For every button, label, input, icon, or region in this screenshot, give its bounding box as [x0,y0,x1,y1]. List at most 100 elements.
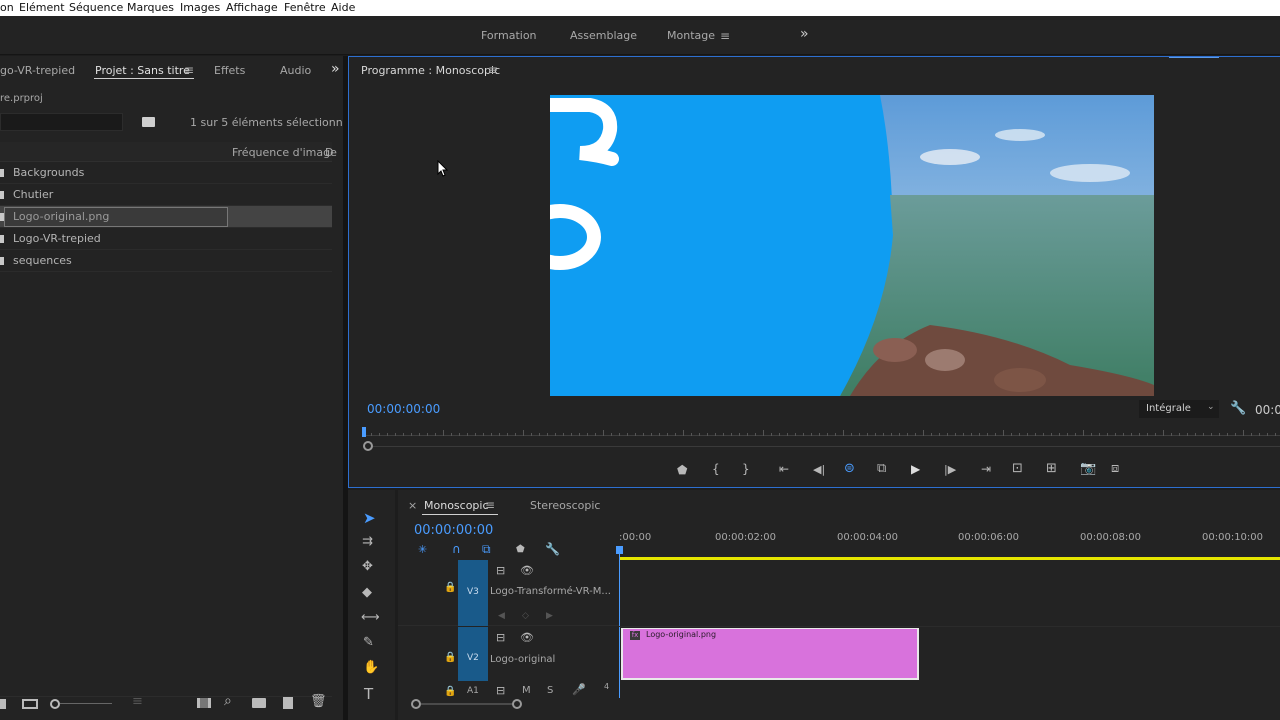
menu-item-affichage[interactable]: Affichage [226,1,278,14]
tab-projet-menu-icon[interactable]: ≡ [184,63,194,77]
new-item-icon[interactable] [283,697,293,709]
find-icon[interactable]: ⌕ [224,694,232,708]
timeline-timecode[interactable]: 00:00:00:00 [414,523,493,538]
button-editor-icon[interactable]: ⧈ [1111,462,1119,475]
col-frame-rate[interactable]: Fréquence d'image [232,146,337,159]
step-back-icon[interactable]: ◀| [813,464,825,476]
tab-menu-icon[interactable]: ≡ [485,498,495,512]
lock-icon[interactable]: 🔒 [444,582,456,594]
zoom-handle[interactable] [363,441,373,451]
selection-tool-icon[interactable]: ➤ [363,511,376,526]
camera-icon[interactable]: 📷 [1080,462,1096,475]
nest-icon[interactable]: ✳ [418,544,427,556]
workspace-menu-icon[interactable]: ≡ [720,29,730,43]
track-select-tool-icon[interactable]: ⇉ [362,535,373,548]
program-menu-icon[interactable]: ≡ [488,63,498,77]
lift-icon[interactable]: ⊡ [1012,462,1023,475]
toggle-sync-icon[interactable]: ⊟ [496,685,505,697]
next-keyframe-icon[interactable]: ▶ [546,610,553,622]
zoom-slider-track[interactable] [60,703,112,704]
toggle-sync-icon[interactable]: ⊟ [496,632,505,644]
workspace-montage[interactable]: Montage [667,29,715,42]
lock-icon[interactable]: 🔒 [444,686,456,698]
trash-icon[interactable]: 🗑 [310,695,327,708]
vr-video-icon[interactable]: ⊜ [844,462,855,475]
tab-monoscopic[interactable]: Monoscopic [424,499,489,512]
workspace-formation[interactable]: Formation [481,29,537,42]
mark-in-icon[interactable]: { [712,463,720,475]
track-target-v3[interactable]: V3 [458,560,488,626]
panel-overflow-icon[interactable]: » [331,61,340,77]
linked-selection-icon[interactable]: ⧉ [482,543,491,555]
menu-item-images[interactable]: Images [180,1,220,14]
hand-tool-icon[interactable]: ✋ [363,661,379,674]
list-item-selected[interactable]: Logo-original.png [0,206,332,228]
snap-magnet-icon[interactable]: ∩ [452,543,461,555]
playhead-line[interactable] [619,548,620,698]
fit-dropdown[interactable]: Intégrale ⌄ [1139,400,1219,418]
menu-item-sequence[interactable]: Séquence [69,1,123,14]
tab-logo-vr[interactable]: go-VR-trepied [0,64,75,77]
zoom-slider-handle[interactable] [50,699,60,709]
solo-button[interactable]: S [547,685,553,696]
automate-to-sequence-icon[interactable] [197,698,211,708]
new-bin-icon[interactable] [252,698,266,708]
play-icon[interactable]: ▶ [911,463,920,475]
menu-item-marques[interactable]: Marques [127,1,174,14]
workspace-assemblage[interactable]: Assemblage [570,29,637,42]
eye-icon[interactable]: 👁 [520,565,534,577]
settings-wrench-icon[interactable]: 🔧 [1230,401,1246,416]
workspace-overflow-icon[interactable]: » [800,26,809,42]
work-area-bar[interactable] [619,557,1280,560]
go-to-out-icon[interactable]: ⇥ [981,463,991,475]
clip-logo-original[interactable]: fx Logo-original.png [621,628,919,680]
freeform-view-icon[interactable] [22,699,38,709]
add-marker-icon[interactable]: ⬟ [677,464,687,476]
timeline-zoom-bar[interactable] [421,703,513,705]
zoom-bar[interactable] [373,446,1280,447]
timeline-settings-icon[interactable]: 🔧 [545,543,560,555]
eye-icon[interactable]: 👁 [520,632,534,644]
list-item[interactable]: sequences [0,250,332,272]
sort-icon[interactable]: ≡ [132,695,143,708]
toggle-sync-icon[interactable]: ⊟ [496,565,505,577]
extract-icon[interactable]: ⊞ [1046,462,1057,475]
list-view-icon[interactable] [0,699,6,709]
go-to-in-icon[interactable]: ⇤ [779,463,789,475]
mic-icon[interactable]: 🎤 [572,684,586,696]
slip-tool-icon[interactable]: ⟷ [361,611,380,624]
mute-button[interactable]: M [522,685,531,696]
menu-item-aide[interactable]: Aide [331,1,355,14]
tab-effets[interactable]: Effets [214,64,245,77]
search-input[interactable] [0,113,123,131]
ripple-edit-tool-icon[interactable]: ✥ [362,560,373,573]
playhead-handle[interactable] [616,546,623,554]
type-tool-icon[interactable]: T [364,687,373,702]
search-filter-icon[interactable] [142,117,155,127]
add-marker-icon[interactable]: ⬟ [516,544,525,556]
menu-item-fenetre[interactable]: Fenêtre [284,1,326,14]
list-item[interactable]: Logo-VR-trepied [0,228,332,250]
video-frame[interactable] [550,95,1154,396]
loop-icon[interactable]: ⧉ [877,462,886,475]
tab-audio[interactable]: Audio [280,64,311,77]
menu-item-element[interactable]: Elément [19,1,65,14]
playhead-marker[interactable] [362,427,366,437]
program-timecode[interactable]: 00:00:00:00 [367,402,440,416]
razor-tool-icon[interactable]: ◆ [362,586,372,599]
timeline-zoom-left-handle[interactable] [411,699,421,709]
tab-stereoscopic[interactable]: Stereoscopic [530,499,600,512]
pen-tool-icon[interactable]: ✎ [363,636,374,649]
lock-icon[interactable]: 🔒 [444,652,456,664]
tab-projet[interactable]: Projet : Sans titre [95,64,190,77]
list-item[interactable]: Chutier [0,184,332,206]
close-tab-icon[interactable]: × [408,499,417,512]
track-target-v2[interactable]: V2 [458,627,488,681]
menu-item[interactable]: on [0,1,14,14]
col-d[interactable]: D [325,146,333,159]
step-forward-icon[interactable]: |▶ [944,464,956,476]
list-item[interactable]: Backgrounds [0,162,332,184]
timeline-zoom-right-handle[interactable] [512,699,522,709]
mark-out-icon[interactable]: } [742,463,750,475]
add-keyframe-icon[interactable]: ◇ [522,610,529,622]
